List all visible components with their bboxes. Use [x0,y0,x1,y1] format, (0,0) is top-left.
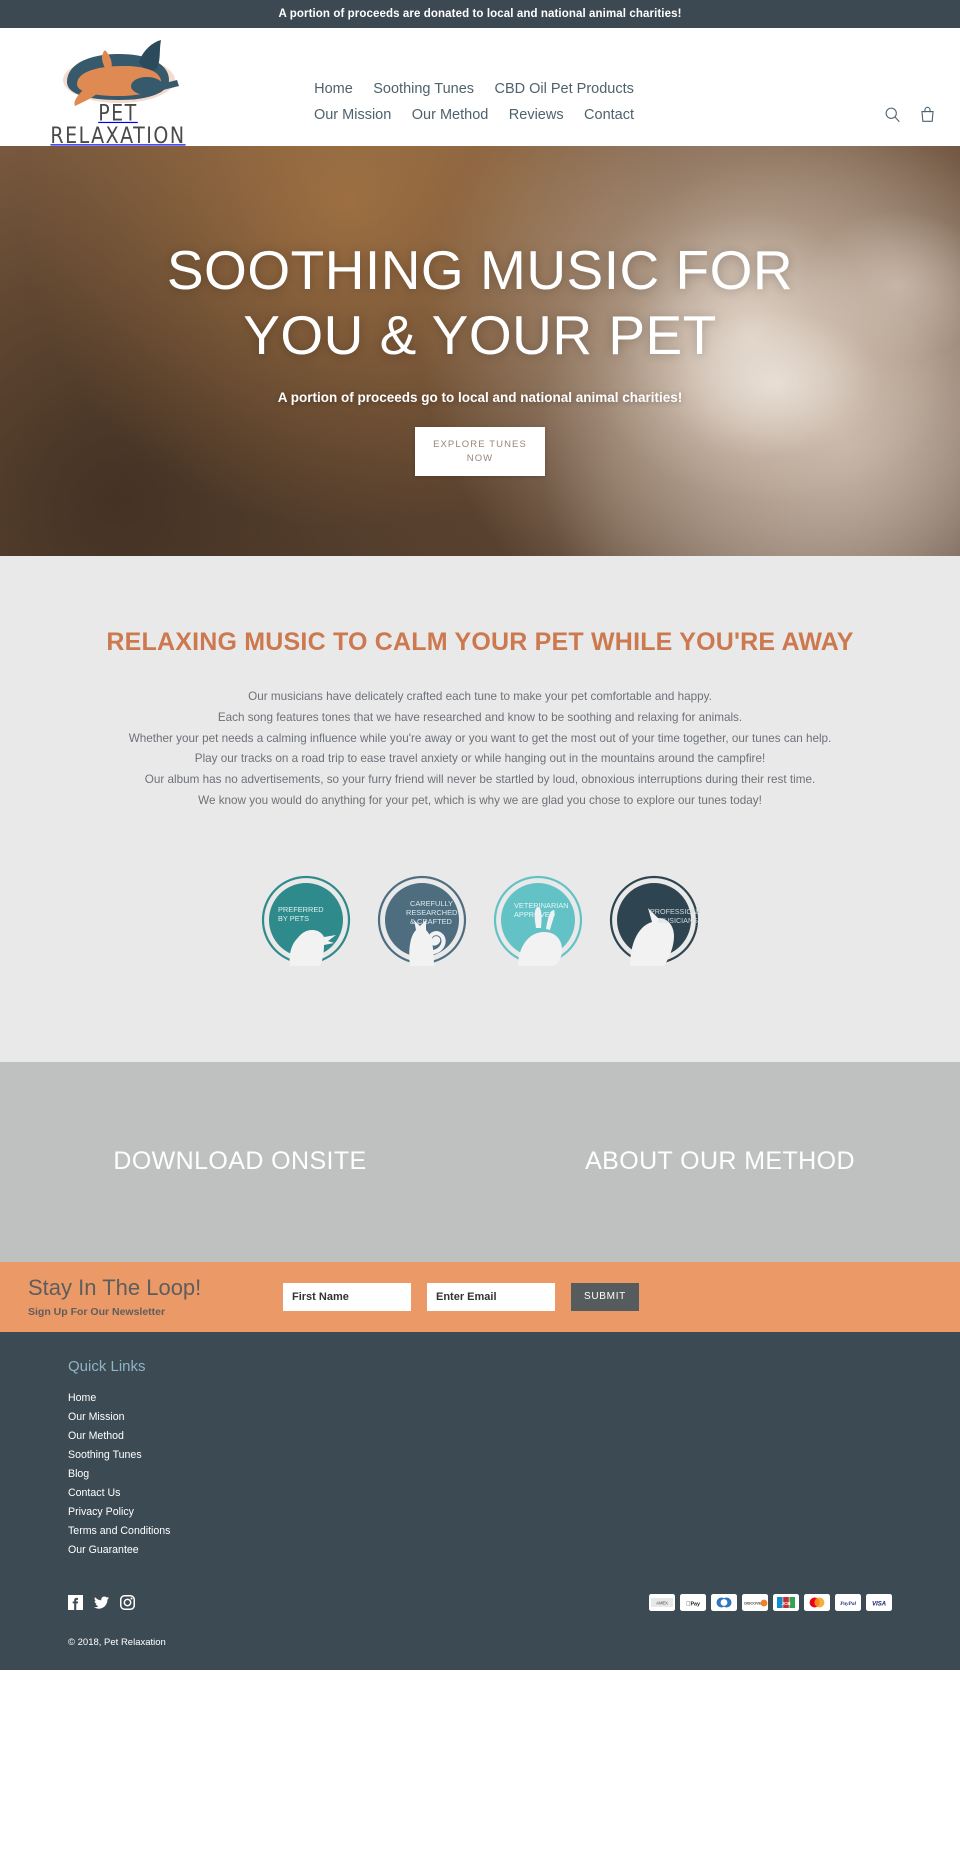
footer-link-our-mission[interactable]: Our Mission [68,1408,892,1427]
hero-title: SOOTHING MUSIC FOR YOU & YOUR PET [140,238,820,368]
info-paragraph: We know you would do anything for your p… [198,794,762,808]
footer-links-list: Home Our Mission Our Method Soothing Tun… [68,1389,892,1560]
hero-banner: SOOTHING MUSIC FOR YOU & YOUR PET A port… [0,146,960,556]
newsletter-title: Stay In The Loop! [28,1275,202,1301]
hero-subtitle: A portion of proceeds go to local and na… [277,389,683,405]
newsletter-signup-section: Stay In The Loop! Sign Up For Our Newsle… [0,1261,960,1332]
search-icon[interactable] [884,106,901,123]
payment-icon-diners [711,1593,737,1611]
dog-badge-icon: PREFERRED BY PETS [261,875,351,966]
badge-professional-musicians: PROFESSIONAL MUSICIANS [608,874,700,966]
payment-icon-amex: AMEX [649,1593,675,1611]
badge-line-3: & CRAFTED [410,917,452,926]
announcement-text: A portion of proceeds are donated to loc… [278,8,682,20]
payment-icon-visa: VISA [866,1593,892,1611]
badge-preferred-by-pets: PREFERRED BY PETS [260,874,352,966]
badge-carefully-researched: CAREFULLY RESEARCHED & CRAFTED [376,874,468,966]
about-our-method-panel[interactable]: ABOUT OUR METHOD [480,1062,960,1262]
main-navigation: Home Soothing Tunes CBD Oil Pet Products… [236,76,712,128]
badge-line-2: MUSICIANS [658,916,698,925]
rabbit-badge-icon: VETERINARIAN APPROVED [493,875,583,966]
payment-icon-jcb: JCB [773,1593,799,1611]
footer-quick-links-block: Quick Links Home Our Mission Our Method … [0,1358,960,1560]
newsletter-submit-button[interactable]: SUBMIT [571,1282,639,1311]
download-onsite-title: DOWNLOAD ONSITE [113,1147,367,1176]
badge-line-2: BY PETS [278,914,309,923]
logo-wordmark: PET RELAXATION [50,100,186,150]
site-logo[interactable]: PET RELAXATION RELAXATION FOR YOU AND YO… [28,38,208,156]
facebook-icon[interactable] [68,1594,83,1610]
footer-link-home[interactable]: Home [68,1389,892,1408]
footer-link-our-guarantee[interactable]: Our Guarantee [68,1541,892,1560]
badge-line-1: CAREFULLY [410,899,453,908]
cat-badge-icon: CAREFULLY RESEARCHED & CRAFTED [377,875,467,966]
info-paragraph: Each song features tones that we have re… [217,710,743,724]
info-paragraph: Play our tracks on a road trip to ease t… [194,752,766,766]
nav-item-our-mission[interactable]: Our Mission [314,107,391,123]
social-links [68,1594,135,1610]
cart-icon[interactable] [919,106,936,123]
dog-head-badge-icon: PROFESSIONAL MUSICIANS [609,875,700,966]
info-section-title: RELAXING MUSIC TO CALM YOUR PET WHILE YO… [106,628,854,656]
info-paragraph: Our musicians have delicately crafted ea… [248,690,712,703]
svg-text:JCB: JCB [782,1601,792,1606]
svg-text:VISA: VISA [872,1600,887,1607]
footer-link-contact-us[interactable]: Contact Us [68,1484,892,1503]
info-paragraph: Whether your pet needs a calming influen… [128,731,832,745]
svg-text:AMEX: AMEX [656,1601,668,1606]
site-footer: Quick Links Home Our Mission Our Method … [0,1331,960,1670]
first-name-input[interactable] [283,1282,411,1311]
header-icon-group [884,106,936,123]
footer-link-soothing-tunes[interactable]: Soothing Tunes [68,1446,892,1465]
twitter-icon[interactable] [94,1595,109,1610]
info-section-body: Our musicians have delicately crafted ea… [0,687,960,812]
newsletter-text-block: Stay In The Loop! Sign Up For Our Newsle… [28,1275,283,1318]
site-header: PET RELAXATION RELAXATION FOR YOU AND YO… [0,28,960,156]
info-paragraph: Our album has no advertisements, so your… [144,773,816,787]
nav-item-soothing-tunes[interactable]: Soothing Tunes [373,81,474,97]
email-input[interactable] [427,1282,555,1311]
svg-text:Pay: Pay [686,1600,700,1607]
svg-text:PayPal: PayPal [840,1601,856,1607]
nav-item-our-method[interactable]: Our Method [412,107,489,123]
hero-title-line-2: YOU & YOUR PET [243,303,717,366]
instagram-icon[interactable] [120,1594,135,1610]
nav-item-home[interactable]: Home [314,81,353,97]
hero-content: SOOTHING MUSIC FOR YOU & YOUR PET A port… [0,146,960,477]
newsletter-form: SUBMIT [283,1282,639,1311]
copyright-text: © 2018, Pet Relaxation [68,1636,166,1648]
payment-icon-apple-pay: Pay [680,1593,706,1611]
footer-bottom-bar: AMEX Pay DISCOVER JCB PayPal VISA [0,1560,960,1611]
footer-link-our-method[interactable]: Our Method [68,1427,892,1446]
explore-tunes-button[interactable]: EXPLORE TUNES NOW [415,426,545,477]
badge-line-1: PROFESSIONAL [650,907,700,916]
footer-link-terms-and-conditions[interactable]: Terms and Conditions [68,1522,892,1541]
badge-line-2: RESEARCHED [406,908,457,917]
payment-icon-paypal: PayPal [835,1593,861,1611]
footer-link-blog[interactable]: Blog [68,1465,892,1484]
newsletter-subtitle: Sign Up For Our Newsletter [28,1305,166,1318]
announcement-bar: A portion of proceeds are donated to loc… [0,0,960,28]
footer-link-privacy-policy[interactable]: Privacy Policy [68,1503,892,1522]
download-onsite-panel[interactable]: DOWNLOAD ONSITE [0,1062,480,1262]
badge-line-1: VETERINARIAN [514,901,569,910]
badge-veterinarian-approved: VETERINARIAN APPROVED [492,874,584,966]
badge-line-1: PREFERRED [278,905,324,914]
footer-heading: Quick Links [68,1357,146,1375]
split-promo-section: DOWNLOAD ONSITE ABOUT OUR METHOD [0,1061,960,1262]
info-section: RELAXING MUSIC TO CALM YOUR PET WHILE YO… [0,556,960,1062]
trust-badge-group: PREFERRED BY PETS CAREFULLY RESEARCHED &… [0,874,960,966]
payment-icon-mastercard [804,1593,830,1611]
payment-icon-discover: DISCOVER [742,1593,768,1611]
badge-line-2: APPROVED [514,910,555,919]
sleeping-pet-logo-icon [63,40,179,106]
nav-item-cbd-oil-pet-products[interactable]: CBD Oil Pet Products [494,81,633,97]
payment-methods: AMEX Pay DISCOVER JCB PayPal VISA [649,1593,892,1611]
nav-item-reviews[interactable]: Reviews [509,107,564,123]
about-our-method-title: ABOUT OUR METHOD [585,1147,855,1176]
nav-item-contact[interactable]: Contact [584,107,634,123]
hero-title-line-1: SOOTHING MUSIC FOR [166,239,794,301]
